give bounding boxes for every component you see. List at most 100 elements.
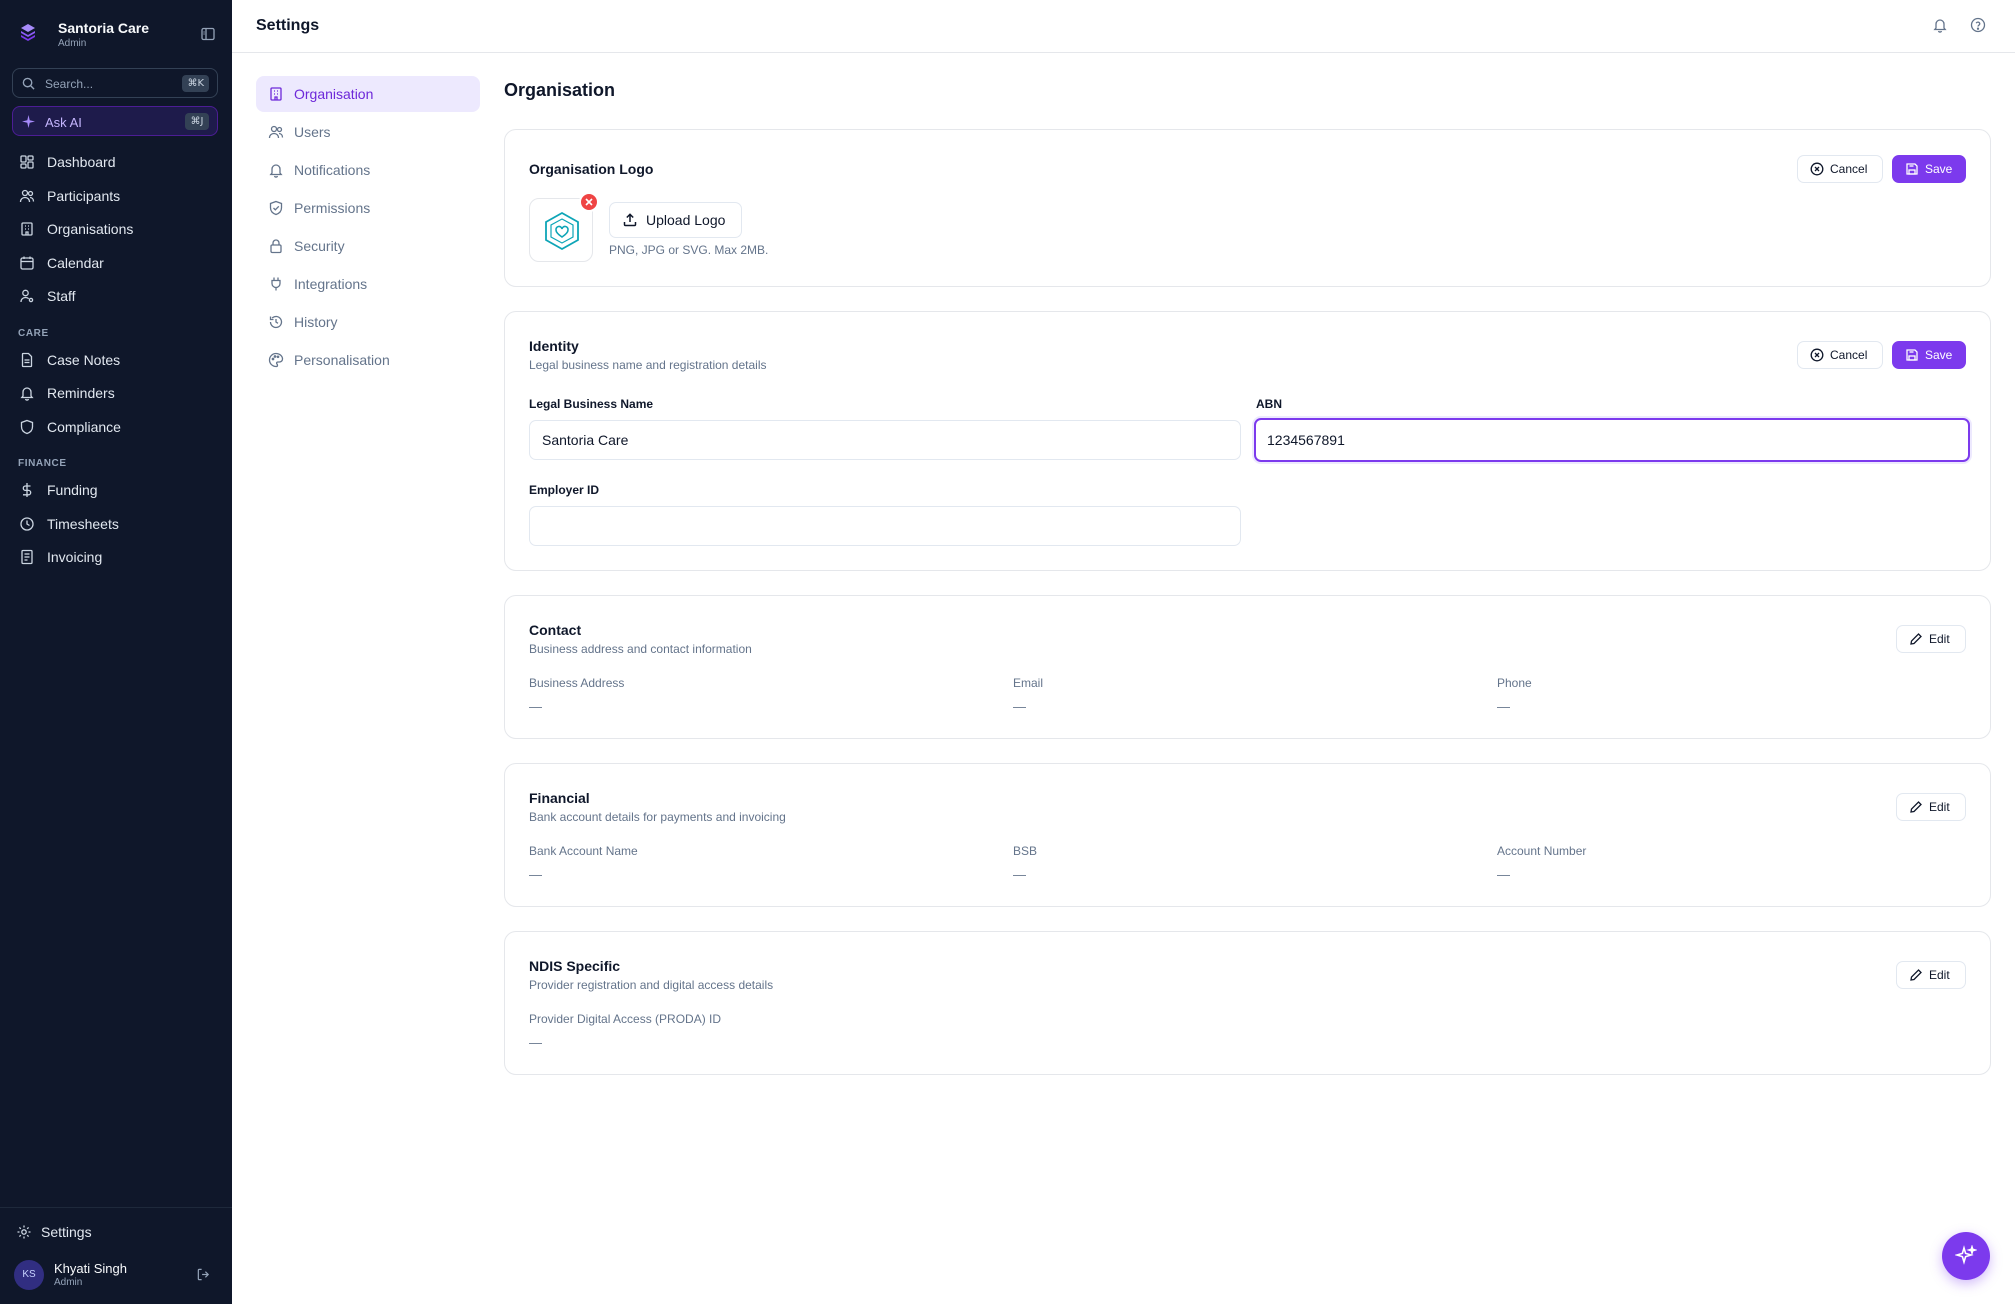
dollar-icon [22, 483, 32, 497]
sidebar-item-label: Staff [47, 288, 76, 304]
field-value: — [529, 1035, 542, 1050]
phone-field: Phone — [1497, 676, 1532, 714]
search-box[interactable]: Search... ⌘K [12, 68, 218, 98]
legal-business-name-input[interactable] [529, 420, 1241, 460]
user-profile[interactable]: KS Khyati Singh Admin [14, 1258, 218, 1294]
settings-nav-personalisation[interactable]: Personalisation [256, 342, 480, 378]
sidebar-item-dashboard[interactable]: Dashboard [12, 148, 218, 176]
save-label: Save [1925, 162, 1953, 176]
section-title: Organisation [504, 80, 616, 100]
abn-input[interactable] [1254, 418, 1970, 462]
field-label: Email [1013, 676, 1044, 690]
heart-hexagon-logo-icon [545, 211, 579, 251]
card-description: Business address and contact information [529, 642, 752, 656]
sidebar-item-compliance[interactable]: Compliance [12, 413, 218, 441]
field-value: — [1013, 699, 1026, 714]
sidebar-item-organisations[interactable]: Organisations [12, 215, 218, 243]
settings-nav-label: Organisation [294, 86, 374, 102]
card-title: NDIS Specific [529, 958, 621, 974]
upload-logo-button[interactable]: Upload Logo [609, 202, 742, 238]
settings-nav-organisation[interactable]: Organisation [256, 76, 480, 112]
sidebar-item-reminders[interactable]: Reminders [12, 379, 218, 407]
save-button[interactable]: Save [1892, 155, 1966, 183]
settings-nav-label: Security [294, 238, 345, 254]
user-name: Khyati Singh [54, 1261, 127, 1276]
edit-button[interactable]: Edit [1896, 793, 1966, 821]
sidebar-item-participants[interactable]: Participants [12, 182, 218, 210]
edit-label: Edit [1929, 800, 1950, 814]
cancel-button[interactable]: Cancel [1797, 341, 1883, 369]
help-icon[interactable] [1970, 17, 1986, 33]
users-icon [268, 125, 284, 139]
ask-ai-button[interactable]: Ask AI ⌘J [12, 106, 218, 136]
settings-nav-label: Permissions [294, 200, 371, 216]
palette-icon [268, 352, 284, 368]
sidebar-item-calendar[interactable]: Calendar [12, 249, 218, 277]
receipt-icon [21, 549, 33, 565]
shield-check-icon [269, 200, 283, 216]
sidebar-item-label: Dashboard [47, 154, 116, 170]
field-label: Bank Account Name [529, 844, 638, 858]
search-placeholder: Search... [45, 77, 94, 91]
gear-icon [17, 1225, 31, 1239]
proda-id-field: Provider Digital Access (PRODA) ID — [529, 1012, 721, 1050]
sparkle-icon [1955, 1245, 1977, 1265]
field-value: — [529, 699, 542, 714]
avatar: KS [14, 1260, 44, 1290]
remove-logo-button[interactable] [579, 192, 599, 212]
edit-button[interactable]: Edit [1896, 625, 1966, 653]
sidebar-item-settings[interactable]: Settings [12, 1218, 218, 1246]
logout-icon[interactable] [196, 1267, 211, 1282]
card-description: Provider registration and digital access… [529, 978, 774, 992]
settings-nav-label: Integrations [294, 276, 368, 292]
sidebar-toggle-icon[interactable] [200, 26, 216, 42]
identity-card: Identity Legal business name and registr… [504, 311, 1991, 571]
bell-icon [269, 164, 283, 178]
field-value: — [1013, 867, 1026, 882]
settings-nav-history[interactable]: History [256, 304, 480, 340]
sidebar-item-label: Organisations [47, 221, 134, 237]
sidebar-item-funding[interactable]: Funding [12, 476, 218, 504]
page-title: Settings [256, 17, 320, 34]
sidebar: Santoria Care Admin Search... ⌘K Ask AI … [0, 0, 232, 1304]
search-icon [22, 77, 35, 90]
sidebar-item-label: Case Notes [47, 352, 121, 368]
sidebar-item-case-notes[interactable]: Case Notes [12, 346, 218, 374]
sidebar-item-timesheets[interactable]: Timesheets [12, 510, 218, 538]
notification-bell-icon[interactable] [1932, 17, 1948, 33]
settings-nav-label: Users [294, 124, 331, 140]
app-logo-icon [21, 24, 35, 41]
field-value: — [1497, 699, 1510, 714]
save-button[interactable]: Save [1892, 341, 1966, 369]
card-title: Identity [529, 338, 579, 354]
upload-icon [623, 213, 637, 227]
cancel-button[interactable]: Cancel [1797, 155, 1883, 183]
sidebar-item-invoicing[interactable]: Invoicing [12, 543, 218, 571]
lock-icon [270, 239, 282, 254]
building-icon [270, 87, 282, 101]
organisation-logo-card: Organisation Logo Cancel Save Upload Log… [504, 129, 1991, 287]
settings-nav-notifications[interactable]: Notifications [256, 152, 480, 188]
settings-nav-label: History [294, 314, 338, 330]
employer-id-input[interactable] [529, 506, 1241, 546]
field-label: Business Address [529, 676, 625, 690]
business-address-field: Business Address — [529, 676, 624, 714]
settings-nav-permissions[interactable]: Permissions [256, 190, 480, 226]
settings-nav-security[interactable]: Security [256, 228, 480, 264]
x-circle-icon [1810, 162, 1824, 176]
account-number-field: Account Number — [1497, 844, 1586, 882]
field-value: — [529, 867, 542, 882]
edit-button[interactable]: Edit [1896, 961, 1966, 989]
card-title: Contact [529, 622, 582, 638]
edit-label: Edit [1929, 968, 1950, 982]
employer-id-label: Employer ID [529, 483, 600, 497]
contact-card: Contact Business address and contact inf… [504, 595, 1991, 739]
settings-nav-users[interactable]: Users [256, 114, 480, 150]
file-icon [21, 352, 33, 368]
field-label: Provider Digital Access (PRODA) ID [529, 1012, 722, 1026]
sidebar-item-label: Calendar [47, 255, 104, 271]
settings-nav-integrations[interactable]: Integrations [256, 266, 480, 302]
sidebar-item-staff[interactable]: Staff [12, 282, 218, 310]
ai-assistant-fab[interactable] [1942, 1232, 1990, 1280]
clock-icon [20, 517, 34, 531]
